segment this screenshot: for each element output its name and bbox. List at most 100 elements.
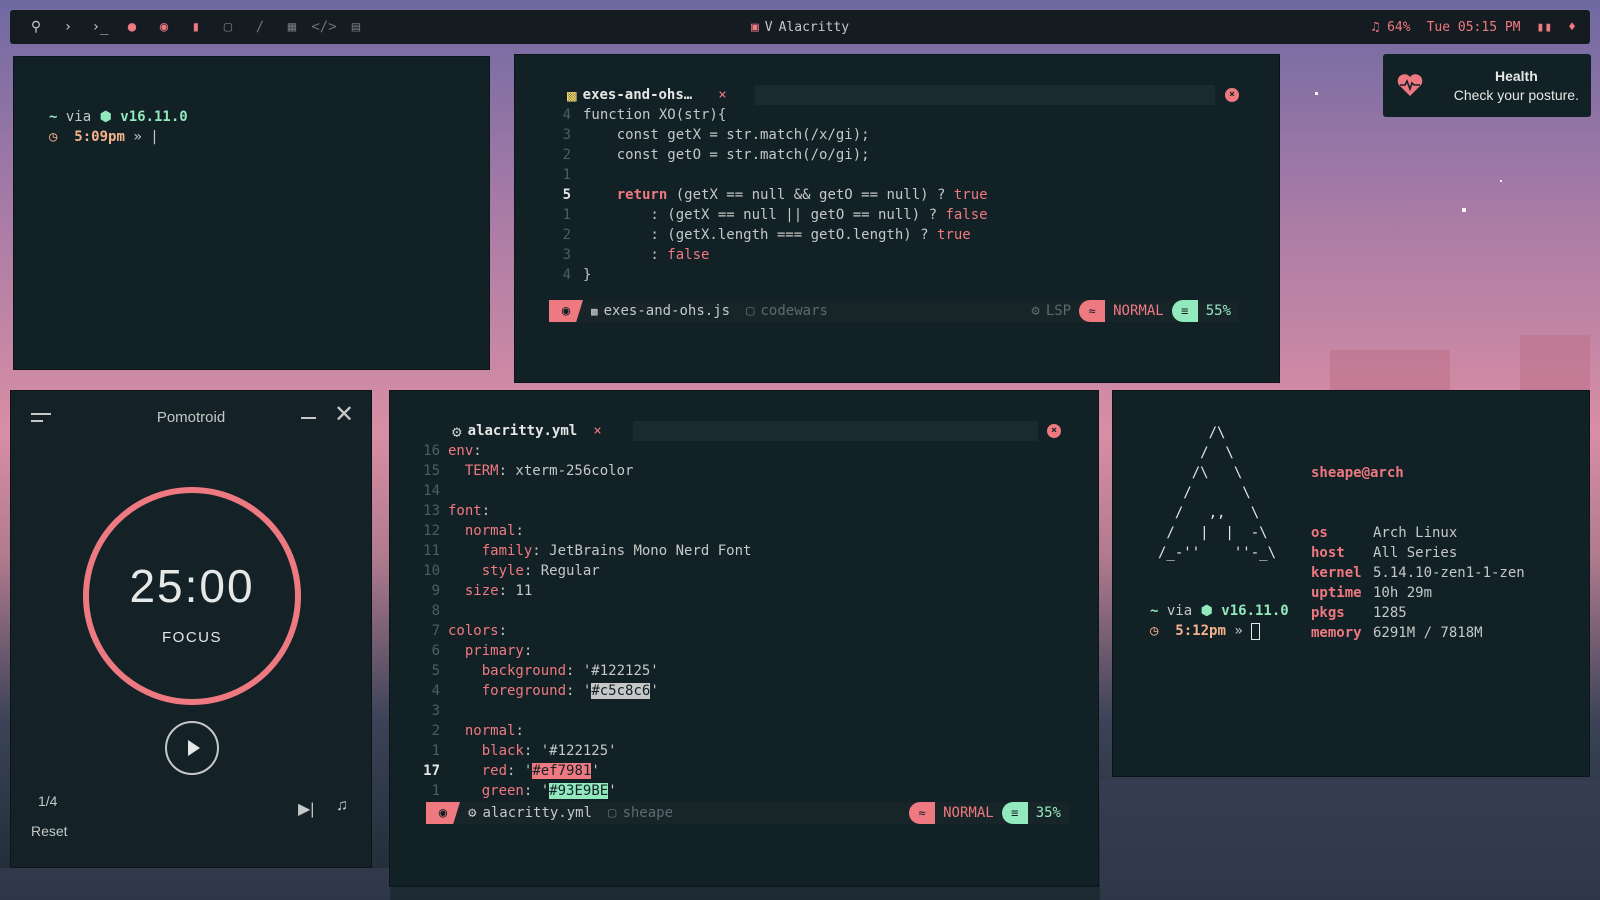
notification-title: Health <box>1494 67 1538 84</box>
star <box>1500 180 1502 182</box>
code-line[interactable]: 5 background: '#122125' <box>422 661 751 681</box>
reset-button[interactable]: Reset <box>31 823 68 839</box>
volume-icon[interactable]: ♫ <box>336 797 348 815</box>
terminal-window-2[interactable]: /\ / \ /\ \ / \ / ,, \ / | | -\ /_-'' ''-… <box>1112 390 1590 777</box>
tabline-fill <box>633 421 1038 441</box>
line-number: 8 <box>431 603 440 619</box>
line-number: 12 <box>423 523 440 539</box>
code-line[interactable]: 1 <box>547 165 988 185</box>
tab-label: alacritty.yml <box>467 423 578 439</box>
info-value: 6291M / 7818M <box>1373 625 1483 641</box>
code-text: TERM: xterm-256color <box>464 463 634 479</box>
code-icon[interactable]: </> <box>308 19 340 35</box>
prompt-via: via <box>65 109 92 125</box>
code-line[interactable]: 4 function XO(str){ <box>547 105 988 125</box>
info-key: uptime <box>1311 585 1362 601</box>
code-line[interactable]: 2 : (getX.length === getO.length) ? true <box>547 225 988 245</box>
tab-close-button[interactable]: × <box>593 423 601 439</box>
code-line[interactable]: 1 green: '#93E9BE' <box>422 781 751 801</box>
node-icon: ⬢ <box>99 109 112 125</box>
status-lsp-label: LSP <box>1045 303 1072 319</box>
window-title: ▣ V Alacritty <box>751 20 849 35</box>
editor-window-2[interactable]: ⚙ alacritty.yml × × 16 env: 15 TERM: xterm… <box>389 390 1099 887</box>
code-line[interactable]: 17 red: '#ef7981' <box>422 761 751 781</box>
clock-icon: ◷ <box>1150 623 1159 639</box>
calculator-icon[interactable]: ▦ <box>276 19 308 35</box>
code-line[interactable]: 2 normal: <box>422 721 751 741</box>
code-line[interactable]: 12 normal: <box>422 521 751 541</box>
code-line[interactable]: 4} <box>547 265 988 285</box>
info-value: Arch Linux <box>1373 525 1458 541</box>
tab-alacritty[interactable]: ⚙ alacritty.yml × <box>452 421 602 441</box>
code-line[interactable]: 4 foreground: '#c5c8c6' <box>422 681 751 701</box>
search-icon[interactable]: ⚲ <box>20 19 52 35</box>
code-line[interactable]: 8 <box>422 601 751 621</box>
close-icon[interactable]: × <box>1047 424 1061 438</box>
code-line[interactable]: 7 colors: <box>422 621 751 641</box>
minimize-icon[interactable] <box>301 417 316 419</box>
status-folder: ▢ codewars <box>738 303 836 319</box>
volume-control[interactable]: ♫ 64% <box>1371 20 1410 35</box>
lines-icon: ≡ <box>1171 300 1198 322</box>
vim-icon: ◉ <box>549 300 583 322</box>
volume-level: 64% <box>1387 19 1411 35</box>
code-line[interactable]: 9 size: 11 <box>422 581 751 601</box>
layout-icon[interactable]: ▮▮ <box>1537 20 1553 35</box>
arch-logo: /\ / \ /\ \ / \ / ,, \ / | | -\ /_-'' ''-… <box>1158 423 1276 563</box>
line-number: 2 <box>431 723 440 739</box>
code-line[interactable]: 3 <box>422 701 751 721</box>
code-text: black: '#122125' <box>481 743 617 759</box>
vim-icon: ◉ <box>426 802 460 824</box>
logo-line: / ,, \ <box>1158 505 1260 521</box>
terminal-window-1[interactable]: ~ via ⬢ v16.11.0 ◷ 5:09pm » | <box>13 56 490 370</box>
chrome-icon[interactable]: ◉ <box>148 19 180 35</box>
code-line[interactable]: 1 black: '#122125' <box>422 741 751 761</box>
code-line[interactable]: 10 style: Regular <box>422 561 751 581</box>
code-line[interactable]: 1 : (getX == null || getO == null) ? fal… <box>547 205 988 225</box>
line-number: 3 <box>562 127 571 143</box>
gamepad-icon[interactable]: ▤ <box>340 19 372 35</box>
folder-icon[interactable]: ▢ <box>212 19 244 35</box>
clock[interactable]: Tue 05:15 PM <box>1427 20 1521 35</box>
tab-close-button[interactable]: × <box>718 87 726 103</box>
info-value: 1285 <box>1373 605 1407 621</box>
code-line[interactable]: 5 return (getX == null && getO == null) … <box>547 185 988 205</box>
skip-icon[interactable]: ▶| <box>298 799 314 819</box>
code-line[interactable]: 3 const getX = str.match(/x/gi); <box>547 125 988 145</box>
logo-line: / | | -\ <box>1158 525 1268 541</box>
brush-icon[interactable]: ∕ <box>244 19 276 35</box>
document-icon[interactable]: ▮ <box>180 19 212 35</box>
terminal-icon[interactable]: ›_ <box>84 19 116 35</box>
play-button[interactable] <box>165 721 219 775</box>
code-line[interactable]: 13 font: <box>422 501 751 521</box>
code-line[interactable]: 3 : false <box>547 245 988 265</box>
code-line[interactable]: 11 family: JetBrains Mono Nerd Font <box>422 541 751 561</box>
info-row: memory 6291M / 7818M <box>1311 623 1525 643</box>
info-value: 10h 29m <box>1373 585 1433 601</box>
code-lines[interactable]: 4 function XO(str){3 const getX = str.mat… <box>547 105 988 285</box>
firefox-icon[interactable]: ● <box>116 19 148 35</box>
code-line[interactable]: 6 primary: <box>422 641 751 661</box>
code-line[interactable]: 2 const getO = str.match(/o/gi); <box>547 145 988 165</box>
statusline: ◉ ▩ exes-and-ohs.js ▢ codewars ⚙ LSP ≈ NORM… <box>549 300 1239 322</box>
code-line[interactable]: 15 TERM: xterm-256color <box>422 461 751 481</box>
lines-icon: ≡ <box>1001 802 1028 824</box>
code-line[interactable]: 16 env: <box>422 441 751 461</box>
close-icon[interactable]: × <box>1225 88 1239 102</box>
terminal-prompt: ~ via ⬢ v16.11.0 ◷ 5:09pm » | <box>49 107 188 147</box>
status-filename: alacritty.yml <box>482 805 593 821</box>
star <box>1315 92 1318 95</box>
node-icon: ⬢ <box>1200 603 1213 619</box>
chevron-right-icon[interactable]: › <box>52 19 84 35</box>
code-text: : (getX.length === getO.length) ? true <box>583 227 971 243</box>
notification[interactable]: Health Check your posture. <box>1383 54 1591 117</box>
code-line[interactable]: 14 <box>422 481 751 501</box>
code-lines[interactable]: 16 env: 15 TERM: xterm-256color 14 13 font: 12… <box>422 441 751 801</box>
editor-window-1[interactable]: ▩ exes-and-ohs… × × 4 function XO(str){3 … <box>514 54 1280 383</box>
tab-exes-and-ohs[interactable]: ▩ exes-and-ohs… × <box>567 85 727 105</box>
line-number: 14 <box>423 483 440 499</box>
gear-icon: ⚙ <box>452 421 462 441</box>
bell-icon[interactable]: ♦ <box>1568 20 1576 35</box>
close-icon[interactable]: ✕ <box>334 400 354 428</box>
mode-icon: ≈ <box>1079 300 1106 322</box>
